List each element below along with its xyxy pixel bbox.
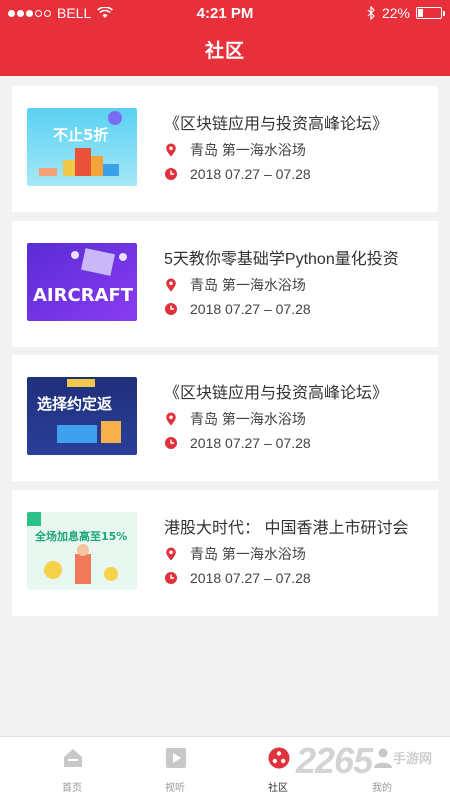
event-location: 青岛 第一海水浴场: [164, 544, 306, 564]
battery-percent: 22%: [381, 5, 410, 21]
tab-media-label: 视听: [165, 783, 185, 794]
event-location-text: 青岛 第一海水浴场: [190, 411, 306, 427]
event-location-text: 青岛 第一海水浴场: [190, 546, 306, 562]
top-bar: BELL 4:21 PM 22% 社区: [0, 0, 450, 76]
event-title: 5天教你零基础学Python量化投资: [164, 251, 399, 268]
tab-media[interactable]: 视听: [125, 737, 225, 800]
tab-bar: 首页 视听 社区 我的: [0, 736, 450, 800]
event-date: 2018 07.27 – 07.28: [164, 301, 311, 317]
event-location: 青岛 第一海水浴场: [164, 140, 306, 160]
event-date-text: 2018 07.27 – 07.28: [190, 301, 311, 317]
play-icon: [166, 748, 186, 768]
event-date: 2018 07.27 – 07.28: [164, 570, 311, 586]
event-date-text: 2018 07.27 – 07.28: [190, 166, 311, 182]
event-title: 《区块链应用与投资高峰论坛》: [164, 116, 389, 133]
location-pin-icon: [166, 412, 176, 426]
event-title: 港股大时代： 中国香港上市研讨会: [164, 520, 409, 537]
event-location-text: 青岛 第一海水浴场: [190, 277, 306, 293]
clock-icon: [165, 572, 177, 584]
page-title: 社区: [204, 41, 245, 62]
event-thumbnail: AIRCRAFT: [27, 243, 137, 321]
location-pin-icon: [166, 278, 176, 292]
event-card[interactable]: 全场加息高至15% 港股大时代： 中国香港上市研讨会 青岛 第一海水浴场 201…: [12, 490, 438, 616]
event-thumbnail: 不止5折: [27, 108, 137, 186]
community-icon: [268, 747, 290, 769]
event-date-text: 2018 07.27 – 07.28: [190, 435, 311, 451]
svg-text:选择约定返: 选择约定返: [37, 395, 112, 413]
tab-home-label: 首页: [62, 783, 82, 794]
event-date: 2018 07.27 – 07.28: [164, 166, 311, 182]
event-location: 青岛 第一海水浴场: [164, 409, 306, 429]
clock-icon: [165, 437, 177, 449]
tab-home[interactable]: 首页: [22, 737, 122, 800]
location-pin-icon: [166, 547, 176, 561]
location-pin-icon: [166, 143, 176, 157]
clock-icon: [165, 303, 177, 315]
bluetooth-icon: [367, 6, 375, 20]
svg-text:全场加息高至15%: 全场加息高至15%: [34, 529, 127, 543]
event-card[interactable]: AIRCRAFT 5天教你零基础学Python量化投资 青岛 第一海水浴场 20…: [12, 221, 438, 347]
watermark-site: 手游网: [393, 751, 433, 766]
event-date: 2018 07.27 – 07.28: [164, 435, 311, 451]
status-bar: BELL 4:21 PM 22%: [0, 0, 450, 26]
status-right: 22%: [367, 5, 445, 21]
event-card[interactable]: 选择约定返 《区块链应用与投资高峰论坛》 青岛 第一海水浴场 2018 07.2…: [12, 355, 438, 481]
svg-text:不止5折: 不止5折: [53, 126, 108, 144]
event-location: 青岛 第一海水浴场: [164, 275, 306, 295]
clock-icon: [165, 168, 177, 180]
event-title: 《区块链应用与投资高峰论坛》: [164, 385, 389, 402]
event-location-text: 青岛 第一海水浴场: [190, 142, 306, 158]
event-thumbnail: 选择约定返: [27, 377, 137, 455]
svg-text:AIRCRAFT: AIRCRAFT: [33, 285, 134, 306]
watermark-logo: 2265: [296, 740, 373, 781]
event-card[interactable]: 不止5折 《区块链应用与投资高峰论坛》 青岛 第一海水浴场 2018 07.27…: [12, 86, 438, 212]
profile-icon: [374, 748, 392, 768]
event-date-text: 2018 07.27 – 07.28: [190, 570, 311, 586]
event-thumbnail: 全场加息高至15%: [27, 512, 137, 590]
battery-icon: [416, 7, 445, 19]
home-icon: [64, 749, 82, 767]
